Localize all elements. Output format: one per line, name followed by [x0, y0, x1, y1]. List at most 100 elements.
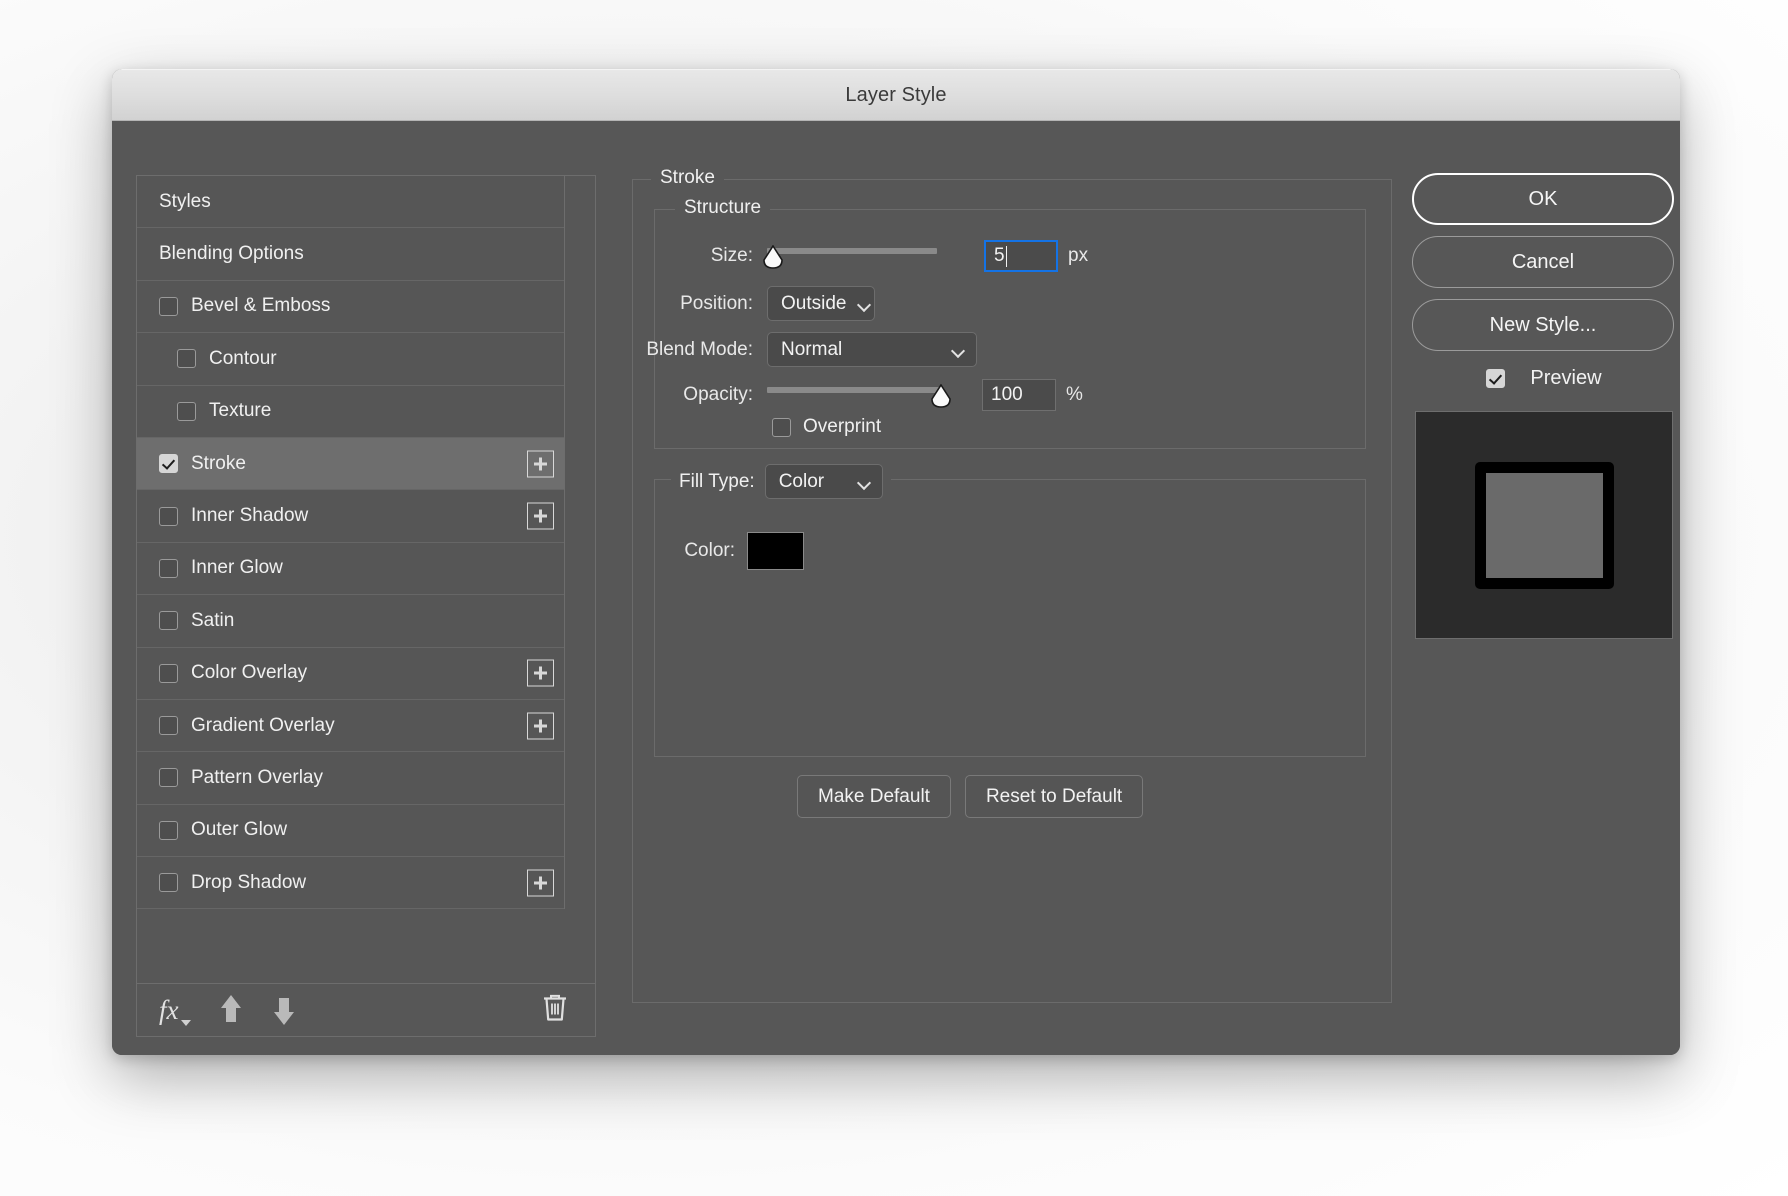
effect-enable-checkbox[interactable]: [159, 611, 178, 631]
add-effect-plus-icon[interactable]: [527, 502, 554, 530]
add-effect-plus-icon[interactable]: [527, 869, 554, 897]
effect-enable-checkbox[interactable]: [159, 820, 178, 840]
fill-type-fieldset: Fill Type: Color Color:: [654, 464, 1366, 757]
trash-icon[interactable]: [541, 993, 569, 1028]
make-default-button[interactable]: Make Default: [797, 775, 951, 818]
styles-list-region: Styles Blending Options Bevel & Emboss Cont…: [137, 176, 595, 984]
effect-enable-checkbox[interactable]: [159, 663, 178, 683]
fill-type-legend: Fill Type: Color: [671, 464, 891, 499]
arrow-down-icon[interactable]: [271, 995, 297, 1025]
sidebar-item-label: Styles: [159, 190, 211, 212]
dialog-body: Styles Blending Options Bevel & Emboss Cont…: [112, 121, 1680, 1055]
sidebar-item-label: Inner Glow: [191, 557, 283, 579]
fx-dropdown-caret-icon: [180, 1019, 191, 1026]
sidebar-item-inner-shadow[interactable]: Inner Shadow: [137, 490, 564, 543]
dialog-actions-panel: OK Cancel New Style... Preview: [1412, 173, 1676, 1033]
sidebar-item-label: Texture: [209, 400, 272, 422]
fx-label: fx: [159, 994, 179, 1025]
sidebar-item-texture[interactable]: Texture: [137, 385, 564, 438]
sidebar-item-styles[interactable]: Styles: [137, 176, 564, 229]
sidebar-item-label: Satin: [191, 609, 235, 631]
sidebar-item-satin[interactable]: Satin: [137, 595, 564, 648]
cancel-button[interactable]: Cancel: [1412, 236, 1674, 288]
styles-list-panel: Styles Blending Options Bevel & Emboss Cont…: [136, 175, 596, 1037]
add-effect-plus-icon[interactable]: [527, 450, 554, 478]
sidebar-item-blending-options[interactable]: Blending Options: [137, 228, 564, 281]
preview-checkbox[interactable]: [1486, 369, 1506, 388]
preview-toggle-row[interactable]: Preview: [1412, 367, 1676, 390]
effect-enable-checkbox[interactable]: [159, 873, 178, 893]
opacity-slider-track[interactable]: [767, 387, 942, 393]
overprint-checkbox[interactable]: [772, 417, 791, 437]
sidebar-item-stroke[interactable]: Stroke: [137, 437, 564, 491]
overprint-row[interactable]: Overprint: [772, 416, 881, 438]
text-caret: [1005, 245, 1008, 267]
reset-to-default-button[interactable]: Reset to Default: [964, 775, 1144, 818]
size-slider[interactable]: [763, 245, 960, 269]
position-dropdown[interactable]: Outside: [767, 286, 875, 321]
sidebar-item-label: Blending Options: [159, 243, 304, 265]
dialog-title: Layer Style: [845, 83, 947, 106]
size-slider-thumb[interactable]: [762, 245, 784, 269]
effect-enable-checkbox[interactable]: [177, 349, 196, 369]
layer-style-dialog: Layer Style Styles Blending Options Bevel …: [112, 69, 1680, 1055]
effect-enable-checkbox[interactable]: [177, 401, 196, 421]
effect-enable-checkbox[interactable]: [159, 296, 178, 316]
blend-mode-value: Normal: [781, 338, 843, 360]
effect-enable-checkbox[interactable]: [159, 506, 178, 526]
styles-list-scrollbar[interactable]: [566, 176, 595, 984]
sidebar-item-inner-glow[interactable]: Inner Glow: [137, 542, 564, 596]
effect-enable-checkbox[interactable]: [159, 454, 178, 474]
sidebar-item-label: Drop Shadow: [191, 871, 307, 893]
chevron-down-icon: [858, 478, 871, 486]
size-label: Size:: [710, 245, 753, 266]
add-effect-plus-icon[interactable]: [527, 712, 554, 740]
sidebar-item-label: Outer Glow: [191, 819, 288, 841]
new-style-button[interactable]: New Style...: [1412, 299, 1674, 351]
position-row: Position: Outside: [593, 286, 875, 321]
preview-thumbnail: [1415, 411, 1673, 639]
sidebar-item-label: Color Overlay: [191, 662, 308, 684]
fill-type-dropdown[interactable]: Color: [764, 464, 883, 499]
sidebar-item-label: Inner Shadow: [191, 505, 309, 527]
opacity-input[interactable]: 100: [982, 379, 1056, 411]
dialog-titlebar[interactable]: Layer Style: [112, 69, 1680, 121]
opacity-unit: %: [1066, 384, 1083, 405]
preview-stroke-shape: [1474, 461, 1614, 589]
sidebar-item-pattern-overlay[interactable]: Pattern Overlay: [137, 752, 564, 805]
sidebar-item-gradient-overlay[interactable]: Gradient Overlay: [137, 699, 564, 753]
sidebar-item-label: Gradient Overlay: [191, 714, 335, 736]
fx-icon[interactable]: fx: [159, 994, 191, 1026]
sidebar-item-bevel-emboss[interactable]: Bevel & Emboss: [137, 280, 564, 334]
add-effect-plus-icon[interactable]: [527, 659, 554, 687]
effect-enable-checkbox[interactable]: [159, 716, 178, 736]
blend-mode-dropdown[interactable]: Normal: [767, 332, 977, 367]
opacity-slider-thumb[interactable]: [930, 384, 952, 408]
effect-enable-checkbox[interactable]: [159, 558, 178, 578]
structure-fieldset: Structure Size: 5 px Position: Outside B…: [646, 197, 1366, 449]
sidebar-item-color-overlay[interactable]: Color Overlay: [137, 647, 564, 700]
styles-list: Styles Blending Options Bevel & Emboss Cont…: [137, 176, 565, 910]
arrow-up-icon[interactable]: [218, 995, 244, 1025]
ok-button[interactable]: OK: [1412, 173, 1674, 225]
color-label: Color:: [684, 540, 735, 561]
position-value: Outside: [781, 292, 847, 314]
effect-enable-checkbox[interactable]: [159, 768, 178, 788]
size-input[interactable]: 5: [984, 240, 1058, 272]
color-row: Color:: [669, 532, 804, 570]
preview-label: Preview: [1530, 367, 1602, 389]
fill-type-value: Color: [778, 470, 825, 492]
sidebar-item-label: Stroke: [191, 452, 246, 474]
sidebar-item-label: Pattern Overlay: [191, 766, 323, 788]
color-swatch[interactable]: [747, 532, 804, 570]
position-label: Position:: [680, 292, 753, 314]
sidebar-item-contour[interactable]: Contour: [137, 333, 564, 386]
blend-mode-label: Blend Mode:: [646, 338, 753, 360]
default-buttons-row: Make Default Reset to Default: [797, 775, 1144, 818]
sidebar-item-outer-glow[interactable]: Outer Glow: [137, 804, 564, 858]
styles-list-toolbar: fx: [137, 983, 595, 1036]
chevron-down-icon: [952, 346, 965, 354]
opacity-slider[interactable]: [767, 384, 960, 408]
size-slider-track[interactable]: [767, 248, 937, 254]
sidebar-item-drop-shadow[interactable]: Drop Shadow: [137, 857, 564, 910]
